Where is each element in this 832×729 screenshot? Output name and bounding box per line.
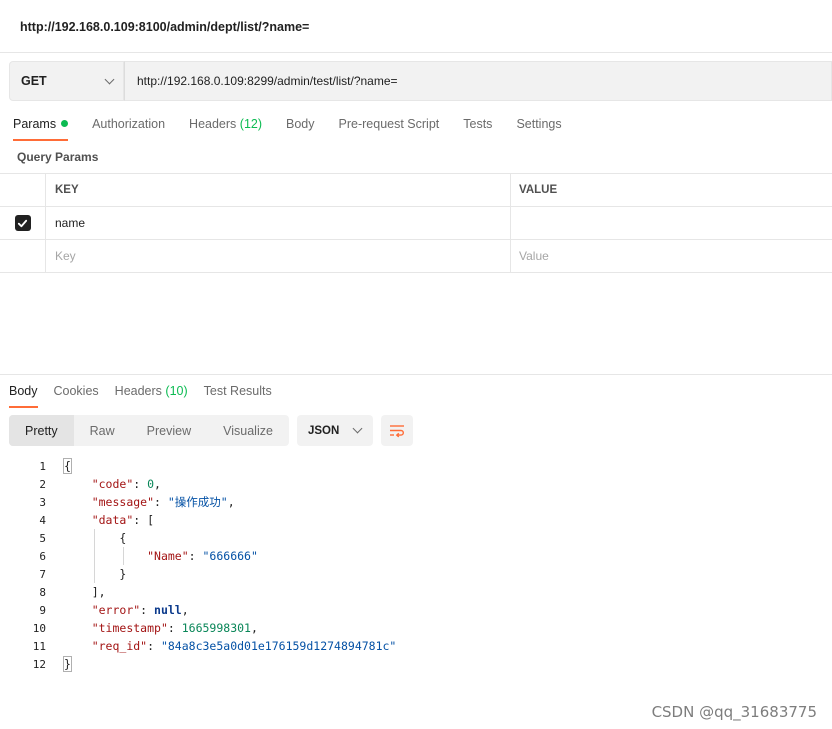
table-row: name (0, 207, 832, 240)
code-line: 12} (32, 656, 72, 672)
headers-count: (12) (239, 117, 263, 131)
tab-pre-request-script[interactable]: Pre-request Script (339, 113, 440, 141)
params-active-dot (61, 120, 69, 127)
code-line: 6 "Name": "666666" (39, 549, 258, 563)
param-key-input[interactable]: name (46, 207, 511, 239)
url-bar: GET http://192.168.0.109:8299/admin/test… (9, 61, 832, 101)
table-header-row: KEY VALUE (0, 174, 832, 207)
chevron-down-icon (104, 74, 115, 84)
param-value-input[interactable] (511, 207, 832, 239)
code-line: 9 "error": null, (39, 603, 189, 617)
tab-authorization[interactable]: Authorization (92, 113, 165, 141)
tab-test-results[interactable]: Test Results (204, 380, 272, 408)
method-label: GET (21, 74, 47, 88)
query-params-table: KEY VALUE name Key Value (0, 173, 832, 273)
tab-body[interactable]: Body (286, 113, 315, 141)
tab-headers[interactable]: Headers (12) (189, 113, 262, 141)
code-line: 2 "code": 0, (39, 477, 161, 491)
view-pretty-button[interactable]: Pretty (9, 415, 74, 446)
value-column-header: VALUE (519, 184, 558, 196)
code-line: 5 { (39, 531, 127, 545)
tab-settings[interactable]: Settings (516, 113, 561, 141)
code-line: 11 "req_id": "84a8c3e5a0d01e176159d12748… (32, 639, 397, 653)
format-label: JSON (307, 424, 340, 437)
table-row-new: Key Value (0, 240, 832, 273)
view-preview-button[interactable]: Preview (131, 415, 207, 446)
watermark: CSDN @qq_31683775 (651, 703, 817, 721)
tab-response-headers[interactable]: Headers (10) (115, 380, 188, 408)
key-column-header: KEY (46, 174, 511, 206)
request-tab-title[interactable]: http://192.168.0.109:8100/admin/dept/lis… (0, 0, 832, 53)
view-raw-button[interactable]: Raw (74, 415, 131, 446)
code-line: 10 "timestamp": 1665998301, (32, 621, 258, 635)
wrap-lines-icon (389, 424, 404, 437)
wrap-lines-button[interactable] (380, 415, 413, 446)
code-line: 1{ (39, 458, 72, 474)
format-select[interactable]: JSON (296, 415, 373, 446)
method-select[interactable]: GET (9, 61, 124, 101)
param-enabled-checkbox[interactable] (14, 215, 31, 231)
response-tabs: Body Cookies Headers (10) Test Results (0, 380, 279, 408)
code-line: 4 "data": [ (39, 513, 155, 527)
tab-cookies[interactable]: Cookies (54, 380, 99, 408)
new-key-input[interactable]: Key (46, 240, 511, 272)
response-headers-count: (10) (165, 384, 188, 398)
url-input[interactable]: http://192.168.0.109:8299/admin/test/lis… (124, 61, 832, 101)
request-tabs: Params Authorization Headers (12) Body P… (0, 113, 573, 141)
code-line: 7 } (39, 567, 127, 581)
chevron-down-icon (352, 423, 363, 434)
tab-params[interactable]: Params (13, 113, 69, 141)
view-visualize-button[interactable]: Visualize (207, 415, 289, 446)
view-mode-group: Pretty Raw Preview Visualize (9, 415, 289, 446)
new-value-input[interactable]: Value (511, 240, 832, 272)
code-line: 3 "message": "操作成功", (39, 495, 235, 509)
response-toolbar: Pretty Raw Preview Visualize JSON (9, 415, 413, 446)
query-params-title: Query Params (17, 150, 99, 164)
pane-divider[interactable] (0, 374, 832, 375)
response-body-code[interactable]: 1{ 2 "code": 0, 3 "message": "操作成功", 4 "… (0, 457, 832, 673)
check-icon (17, 219, 28, 227)
tab-tests[interactable]: Tests (463, 113, 492, 141)
tab-response-body[interactable]: Body (9, 380, 38, 408)
code-line: 8 ], (39, 585, 106, 599)
